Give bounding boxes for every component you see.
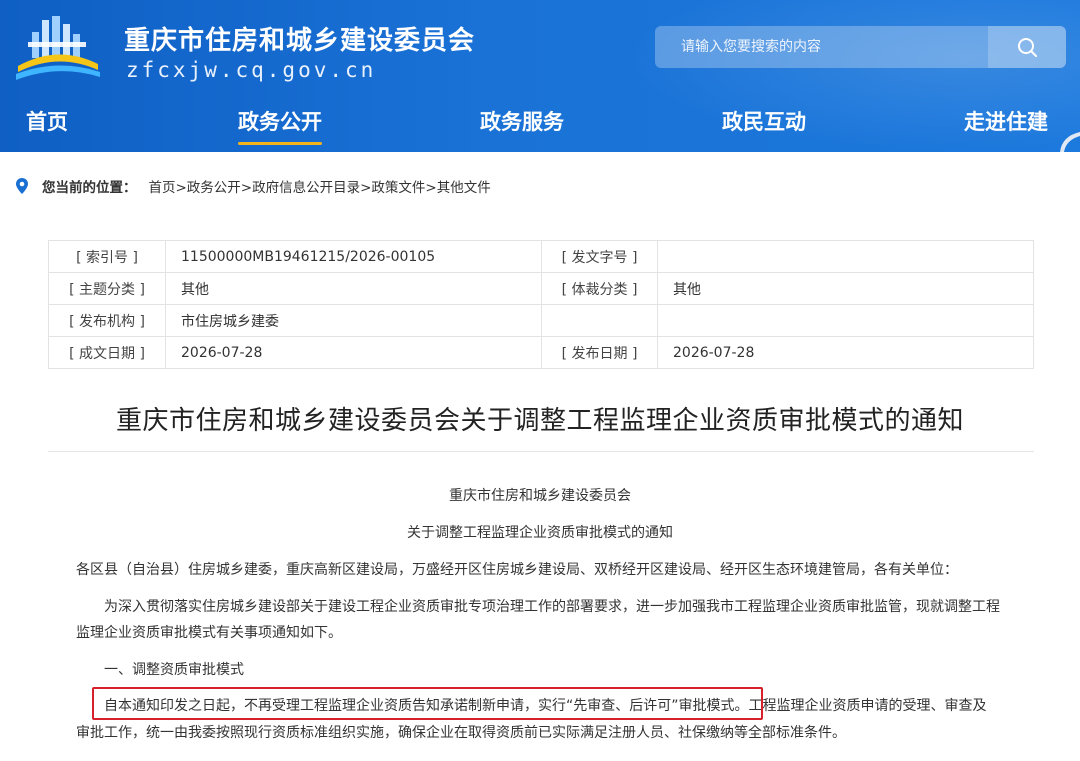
title-divider	[48, 451, 1034, 452]
search-input[interactable]	[655, 26, 988, 68]
meta-key-empty	[541, 304, 658, 337]
article-section-heading: 一、调整资质审批模式	[104, 662, 244, 678]
meta-key-genre: [ 体裁分类 ]	[541, 272, 658, 305]
meta-value-genre: 其他	[657, 272, 1034, 305]
article-subtitle: 关于调整工程监理企业资质审批模式的通知	[407, 525, 673, 541]
meta-value-doc-number	[657, 240, 1034, 273]
meta-key-topic: [ 主题分类 ]	[48, 272, 166, 305]
meta-value-empty	[657, 304, 1034, 337]
nav-item-home[interactable]: 首页	[26, 106, 68, 136]
table-row: [ 索引号 ] 11500000MB19461215/2026-00105 [ …	[48, 240, 1034, 273]
document-meta-table: [ 索引号 ] 11500000MB19461215/2026-00105 [ …	[48, 240, 1034, 369]
article-paragraph-1-line-2: 审批工作，统一由我委按照现行资质标准组织实施，确保企业在取得资质前已实际满足注册…	[76, 725, 846, 741]
highlight-annotation-box	[92, 687, 763, 720]
meta-key-publish-date: [ 发布日期 ]	[541, 336, 658, 369]
nav-item-gov-affairs-open[interactable]: 政务公开	[238, 106, 322, 145]
meta-value-index: 11500000MB19461215/2026-00105	[165, 240, 542, 273]
site-header: 重庆市住房和城乡建设委员会 zfcxjw.cq.gov.cn 首页 政务公开 政…	[0, 0, 1080, 152]
search-icon	[1018, 38, 1037, 57]
corner-decoration-icon	[1060, 132, 1080, 152]
article-addressees: 各区县（自治县）住房城乡建委，重庆高新区建设局，万盛经开区住房城乡建设局、双桥经…	[76, 562, 958, 578]
breadcrumb-path[interactable]: 首页>政务公开>政府信息公开目录>政策文件>其他文件	[149, 176, 491, 196]
search-button[interactable]	[988, 26, 1066, 68]
article-intro-line-1: 为深入贯彻落实住房城乡建设部关于建设工程企业资质审批专项治理工作的部署要求，进一…	[104, 599, 1000, 615]
search-bar	[655, 26, 1066, 68]
article-intro-line-2: 监理企业资质审批模式有关事项通知如下。	[76, 625, 342, 641]
breadcrumb-lead: 您当前的位置：	[42, 180, 137, 196]
meta-value-publisher: 市住房城乡建委	[165, 304, 542, 337]
article-title: 重庆市住房和城乡建设委员会关于调整工程监理企业资质审批模式的通知	[115, 406, 964, 436]
table-row: [ 发布机构 ] 市住房城乡建委	[48, 304, 1034, 337]
location-pin-icon	[16, 178, 28, 194]
breadcrumb: 您当前的位置： 首页>政务公开>政府信息公开目录>政策文件>其他文件	[14, 176, 491, 196]
nav-item-interaction[interactable]: 政民互动	[722, 106, 806, 136]
nav-item-gov-services[interactable]: 政务服务	[480, 106, 564, 136]
meta-key-publisher: [ 发布机构 ]	[48, 304, 166, 337]
meta-value-publish-date: 2026-07-28	[657, 336, 1034, 369]
site-title[interactable]: 重庆市住房和城乡建设委员会	[124, 20, 475, 57]
table-row: [ 成文日期 ] 2026-07-28 [ 发布日期 ] 2026-07-28	[48, 336, 1034, 369]
table-row: [ 主题分类 ] 其他 [ 体裁分类 ] 其他	[48, 272, 1034, 305]
meta-key-index: [ 索引号 ]	[48, 240, 166, 273]
building-emblem-icon[interactable]	[12, 14, 104, 84]
meta-key-written-date: [ 成文日期 ]	[48, 336, 166, 369]
meta-value-topic: 其他	[165, 272, 542, 305]
meta-key-doc-number: [ 发文字号 ]	[541, 240, 658, 273]
article-issuer: 重庆市住房和城乡建设委员会	[449, 488, 631, 504]
meta-value-written-date: 2026-07-28	[165, 336, 542, 369]
main-nav: 首页 政务公开 政务服务 政民互动 走进住建	[0, 98, 1080, 146]
nav-item-about[interactable]: 走进住建	[964, 106, 1048, 136]
site-domain: zfcxjw.cq.gov.cn	[126, 58, 377, 82]
